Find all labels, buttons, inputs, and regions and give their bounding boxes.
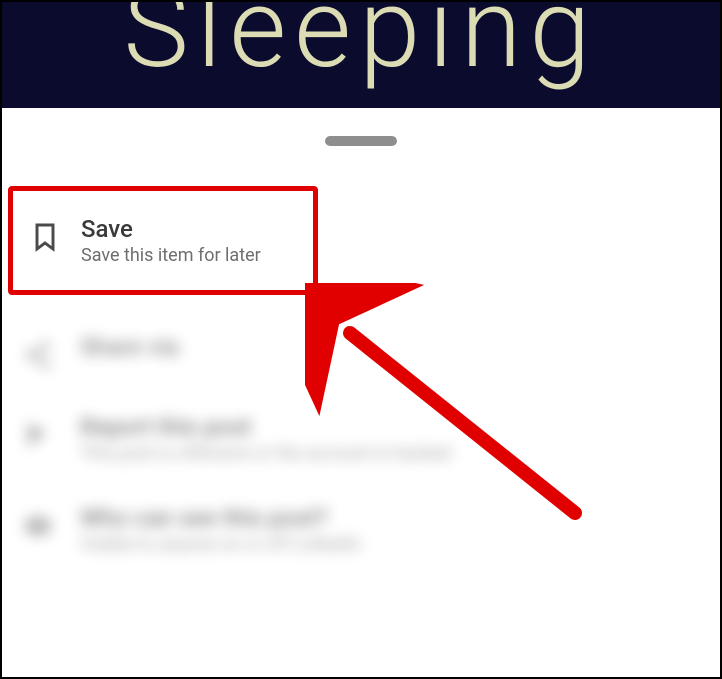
action-sheet: Save Save this item for later Share via … <box>0 108 722 573</box>
header-banner: Sleeping <box>0 0 722 108</box>
report-title: Report this post <box>80 413 451 441</box>
report-text: Report this post This post is offensive … <box>80 413 451 464</box>
share-title: Share via <box>80 333 179 361</box>
header-title: Sleeping <box>124 0 599 73</box>
share-text: Share via <box>80 333 179 363</box>
share-icon <box>20 337 56 373</box>
eye-icon <box>20 508 56 544</box>
share-button[interactable]: Share via <box>0 315 722 391</box>
save-text: Save Save this item for later <box>81 215 261 266</box>
visibility-title: Who can see this post? <box>80 504 361 532</box>
drag-handle[interactable] <box>325 136 397 146</box>
flag-icon <box>20 417 56 453</box>
visibility-button[interactable]: Who can see this post? Visible to anyone… <box>0 486 722 573</box>
visibility-text: Who can see this post? Visible to anyone… <box>80 504 361 555</box>
save-subtitle: Save this item for later <box>81 245 261 266</box>
report-subtitle: This post is offensive or the account is… <box>80 443 451 464</box>
bookmark-icon <box>27 219 63 255</box>
visibility-subtitle: Visible to anyone on or off LinkedIn <box>80 534 361 555</box>
report-button[interactable]: Report this post This post is offensive … <box>0 395 722 482</box>
save-title: Save <box>81 215 261 243</box>
save-button[interactable]: Save Save this item for later <box>8 186 318 295</box>
